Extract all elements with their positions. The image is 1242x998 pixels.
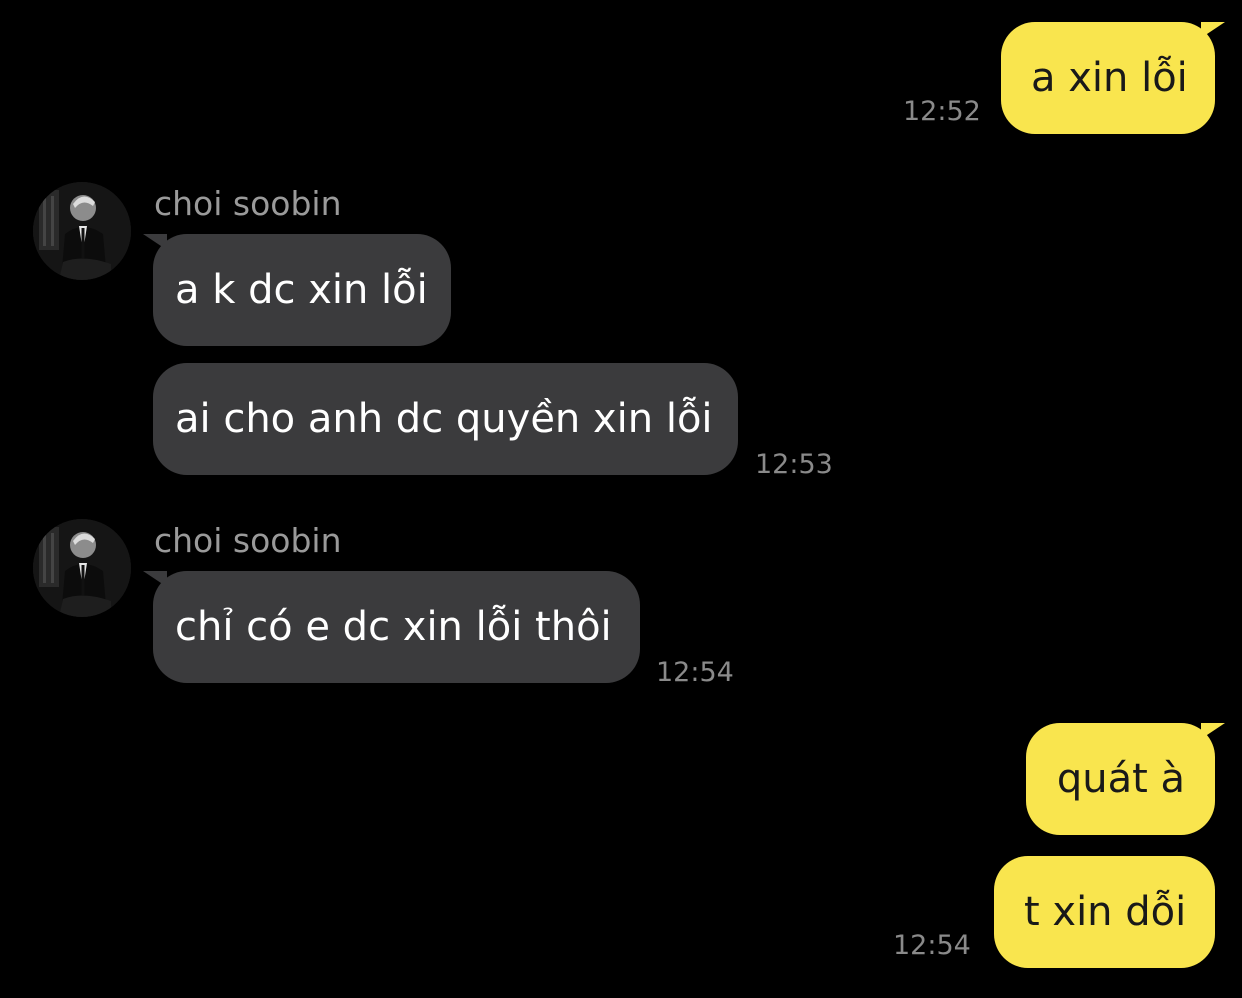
incoming-message-bubble[interactable]: chỉ có e dc xin lỗi thôi	[143, 571, 640, 683]
outgoing-message-bubble[interactable]: a xin lỗi	[1001, 22, 1225, 134]
outgoing-message-bubble[interactable]: quát à	[1026, 723, 1225, 835]
bubble-tail	[1201, 22, 1225, 38]
sender-name: choi soobin	[154, 521, 342, 560]
message-text: chỉ có e dc xin lỗi thôi	[175, 604, 612, 650]
message-timestamp: 12:54	[893, 930, 971, 961]
message-text: a xin lỗi	[1031, 55, 1188, 101]
incoming-message-bubble[interactable]: ai cho anh dc quyền xin lỗi	[153, 363, 738, 475]
outgoing-message-bubble[interactable]: t xin dỗi	[994, 856, 1215, 968]
sender-name: choi soobin	[154, 184, 342, 223]
message-text: t xin dỗi	[1024, 889, 1187, 935]
profile-photo-icon	[33, 182, 131, 280]
bubble-tail	[143, 234, 167, 250]
message-timestamp: 12:53	[755, 449, 833, 480]
bubble-tail	[143, 571, 167, 587]
bubble-tail	[1201, 723, 1225, 739]
message-text: a k dc xin lỗi	[175, 267, 428, 313]
message-timestamp: 12:52	[903, 96, 981, 127]
message-text: quát à	[1056, 756, 1185, 802]
chat-thread: 12:52 a xin lỗi choi soobin a k dc xin l…	[0, 0, 1242, 998]
message-text: ai cho anh dc quyền xin lỗi	[175, 396, 713, 442]
profile-photo-icon	[33, 519, 131, 617]
message-timestamp: 12:54	[656, 657, 734, 688]
incoming-message-bubble[interactable]: a k dc xin lỗi	[143, 234, 451, 346]
sender-avatar[interactable]	[33, 519, 131, 617]
sender-avatar[interactable]	[33, 182, 131, 280]
